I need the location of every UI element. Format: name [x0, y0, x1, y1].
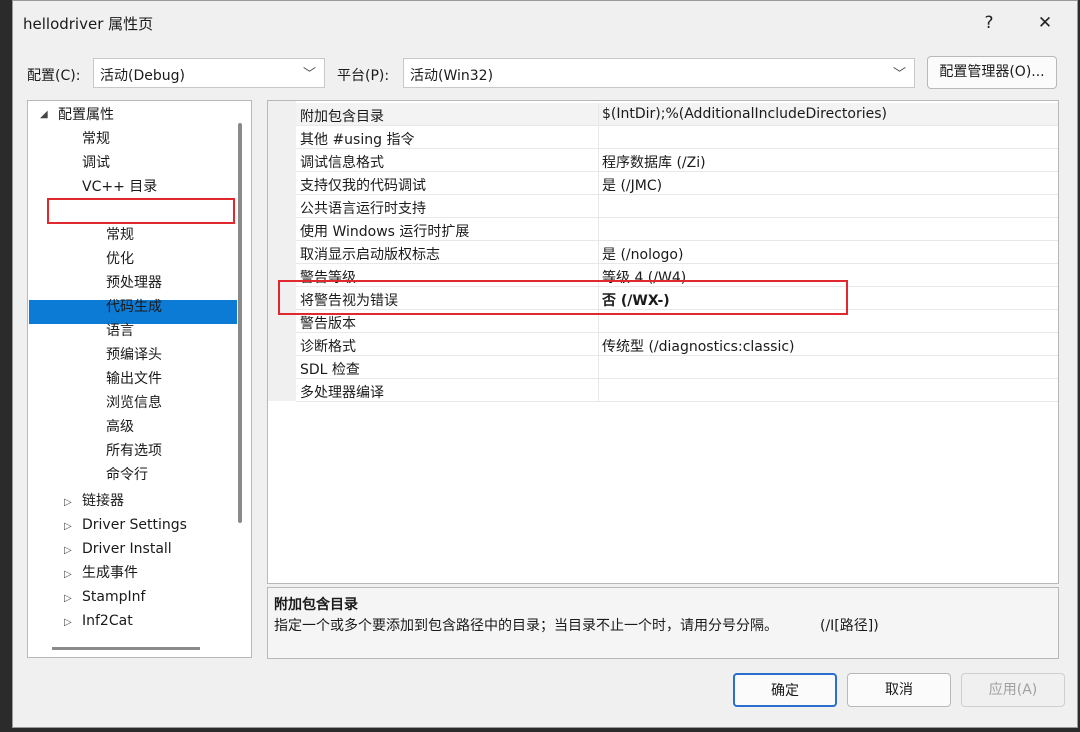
expanded-arrow-icon[interactable]: ◢ [40, 109, 48, 120]
property-name: 使用 Windows 运行时扩展 [300, 224, 470, 240]
warning-as-error-highlight-box [278, 280, 848, 315]
platform-select[interactable]: 活动(Win32) ﹀ [403, 58, 915, 88]
configuration-value: 活动(Debug) [100, 68, 185, 84]
collapsed-arrow-icon[interactable]: ▷ [64, 569, 72, 580]
property-grid[interactable]: 附加包含目录 $(IntDir);%(AdditionalIncludeDirec… [267, 100, 1059, 584]
tree-item-driver-install[interactable]: Driver Install [82, 537, 172, 561]
property-row[interactable]: 调试信息格式 程序数据库 (/Zi) [296, 149, 1058, 172]
property-name: 附加包含目录 [300, 109, 384, 125]
tree-item-all-options[interactable]: 所有选项 [106, 439, 162, 463]
platform-value: 活动(Win32) [410, 68, 494, 84]
property-row[interactable]: 使用 Windows 运行时扩展 [296, 218, 1058, 241]
configuration-label: 配置(C): [27, 68, 81, 84]
description-panel: 附加包含目录 指定一个或多个要添加到包含路径中的目录；当目录不止一个时，请用分号… [267, 587, 1059, 659]
property-row[interactable]: 公共语言运行时支持 [296, 195, 1058, 218]
tree-item-browse-info[interactable]: 浏览信息 [106, 391, 162, 415]
tree-item-code-generation[interactable]: 代码生成 [106, 295, 162, 319]
window-title: hellodriver 属性页 [23, 15, 154, 33]
property-value[interactable]: 程序数据库 (/Zi) [602, 152, 706, 172]
property-name: 支持仅我的代码调试 [300, 178, 426, 194]
configuration-manager-button[interactable]: 配置管理器(O)... [927, 56, 1057, 89]
property-name: 取消显示启动版权标志 [300, 247, 440, 263]
tree-item-language[interactable]: 语言 [106, 319, 134, 343]
tree-item-stampinf[interactable]: StampInf [82, 585, 145, 609]
platform-label: 平台(P): [337, 68, 390, 84]
tree-item-preprocessor[interactable]: 预处理器 [106, 271, 162, 295]
property-name: 诊断格式 [300, 339, 356, 355]
collapsed-arrow-icon[interactable]: ▷ [64, 521, 72, 532]
tree-item-general[interactable]: 常规 [82, 127, 110, 151]
chevron-down-icon: ﹀ [302, 67, 316, 82]
property-value[interactable]: 是 (/nologo) [602, 244, 683, 264]
tree-item-command-line[interactable]: 命令行 [106, 463, 148, 487]
cancel-button[interactable]: 取消 [847, 673, 951, 707]
tree-item-inf2cat[interactable]: Inf2Cat [82, 609, 133, 633]
help-icon[interactable]: ? [975, 9, 1003, 37]
description-text: 指定一个或多个要添加到包含路径中的目录；当目录不止一个时，请用分号分隔。 [274, 618, 778, 634]
tree-item-advanced[interactable]: 高级 [106, 415, 134, 439]
property-name: 多处理器编译 [300, 385, 384, 401]
property-value[interactable]: $(IntDir);%(AdditionalIncludeDirectories… [602, 106, 887, 122]
property-name: 调试信息格式 [300, 155, 384, 171]
property-name: 其他 #using 指令 [300, 132, 415, 148]
tree-item-output-files[interactable]: 输出文件 [106, 367, 162, 391]
tree-item-build-events[interactable]: 生成事件 [82, 561, 138, 585]
close-icon[interactable]: ✕ [1031, 9, 1059, 37]
cpp-highlight-box [47, 198, 235, 224]
property-row[interactable]: 其他 #using 指令 [296, 126, 1058, 149]
property-name: 公共语言运行时支持 [300, 201, 426, 217]
property-row[interactable]: 多处理器编译 [296, 379, 1058, 402]
tree-horizontal-scrollbar[interactable] [52, 647, 200, 650]
property-row[interactable]: 诊断格式 传统型 (/diagnostics:classic) [296, 333, 1058, 356]
description-switch: (/I[路径]) [820, 618, 879, 634]
ok-button[interactable]: 确定 [733, 673, 837, 707]
tree-item-cpp-general[interactable]: 常规 [106, 223, 134, 247]
tree-item-linker[interactable]: 链接器 [82, 489, 124, 513]
property-row[interactable]: 附加包含目录 $(IntDir);%(AdditionalIncludeDirec… [296, 103, 1058, 126]
apply-button[interactable]: 应用(A) [961, 673, 1065, 707]
tree-item-config-properties[interactable]: 配置属性 [58, 103, 114, 127]
property-row[interactable]: 支持仅我的代码调试 是 (/JMC) [296, 172, 1058, 195]
collapsed-arrow-icon[interactable]: ▷ [64, 545, 72, 556]
property-row[interactable]: 取消显示启动版权标志 是 (/nologo) [296, 241, 1058, 264]
property-pages-dialog: hellodriver 属性页 ? ✕ 配置(C): 活动(Debug) ﹀ 平… [12, 0, 1078, 728]
title-bar: hellodriver 属性页 ? ✕ [13, 1, 1077, 45]
tree-item-precompiled-headers[interactable]: 预编译头 [106, 343, 162, 367]
property-value[interactable]: 是 (/JMC) [602, 175, 662, 195]
property-name: 警告版本 [300, 316, 356, 332]
property-tree[interactable]: ◢ 配置属性 常规 调试 VC++ 目录 ◢ C/C++ 常规 优化 预处理器 … [27, 100, 252, 658]
tree-item-optimization[interactable]: 优化 [106, 247, 134, 271]
tree-vertical-scrollbar[interactable] [238, 123, 242, 523]
configuration-select[interactable]: 活动(Debug) ﹀ [93, 58, 325, 88]
property-row[interactable]: SDL 检查 [296, 356, 1058, 379]
tree-item-debugging[interactable]: 调试 [82, 151, 110, 175]
collapsed-arrow-icon[interactable]: ▷ [64, 593, 72, 604]
tree-item-vc-directories[interactable]: VC++ 目录 [82, 175, 157, 199]
property-value[interactable]: 传统型 (/diagnostics:classic) [602, 336, 795, 356]
description-title: 附加包含目录 [274, 597, 358, 613]
grid-gutter [268, 101, 296, 401]
chevron-down-icon: ﹀ [892, 67, 906, 82]
tree-item-driver-settings[interactable]: Driver Settings [82, 513, 187, 537]
collapsed-arrow-icon[interactable]: ▷ [64, 497, 72, 508]
property-name: SDL 检查 [300, 362, 360, 378]
collapsed-arrow-icon[interactable]: ▷ [64, 617, 72, 628]
